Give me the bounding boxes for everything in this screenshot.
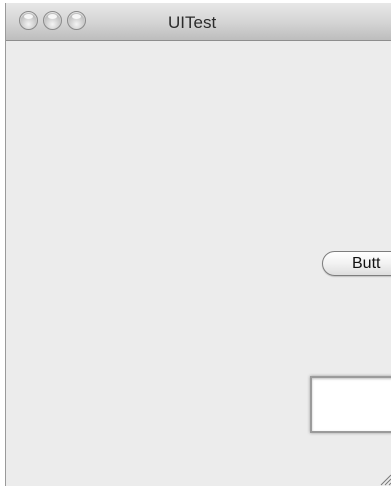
push-button-label: Butt (352, 255, 381, 272)
window-content: Butt (6, 41, 391, 486)
resize-grip-icon[interactable] (376, 470, 391, 486)
text-box[interactable] (310, 376, 391, 433)
push-button[interactable]: Butt (322, 251, 391, 276)
window-title: UITest (168, 13, 217, 32)
zoom-icon[interactable] (67, 11, 86, 30)
app-window: UITest Butt (5, 3, 391, 486)
title-bar[interactable]: UITest (6, 3, 391, 41)
close-icon[interactable] (19, 11, 38, 30)
minimize-icon[interactable] (43, 11, 62, 30)
